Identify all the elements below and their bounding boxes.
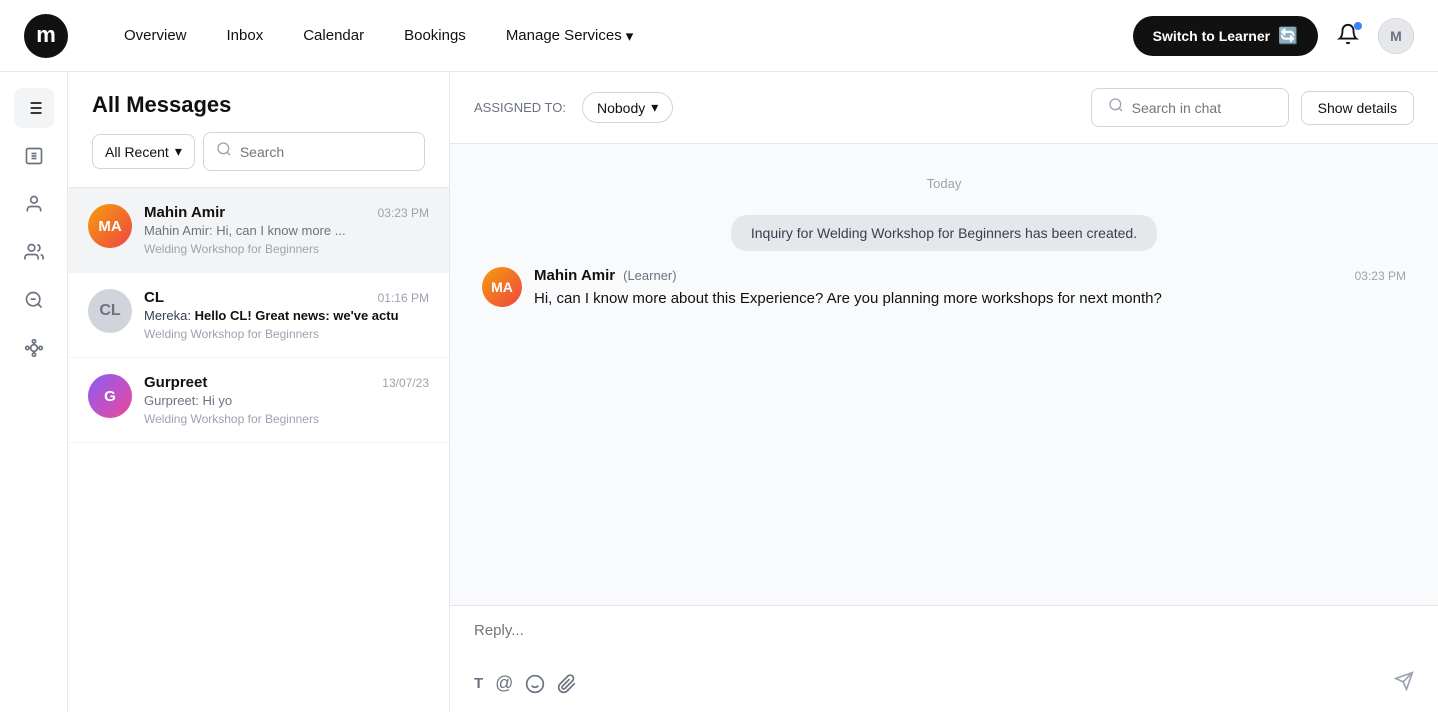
- send-button[interactable]: [1394, 671, 1414, 696]
- conv-content-gurpreet: Gurpreet 13/07/23 Gurpreet: Hi yo Weldin…: [144, 374, 429, 426]
- reply-textarea[interactable]: [474, 622, 1414, 658]
- conv-time-mahin: 03:23 PM: [378, 206, 429, 220]
- show-details-button[interactable]: Show details: [1301, 91, 1414, 125]
- nav-links: Overview Inbox Calendar Bookings Manage …: [108, 19, 1101, 53]
- mention-button[interactable]: @: [495, 673, 513, 694]
- chat-msg-text: Hi, can I know more about this Experienc…: [534, 288, 1406, 311]
- chevron-down-icon: ▾: [175, 143, 182, 160]
- notification-badge: [1354, 22, 1362, 30]
- nav-calendar[interactable]: Calendar: [287, 19, 380, 52]
- all-messages-title: All Messages: [92, 92, 425, 118]
- nav-right: Switch to Learner 🔄 M: [1133, 16, 1414, 56]
- sidebar-icon-list[interactable]: [14, 136, 54, 176]
- search-bar: [203, 132, 425, 171]
- user-avatar-button[interactable]: M: [1378, 18, 1414, 54]
- conversation-item-cl[interactable]: CL CL 01:16 PM Mereka: Hello CL! Great n…: [68, 273, 449, 358]
- reply-box: T @: [450, 605, 1438, 712]
- emoji-button[interactable]: [525, 674, 545, 694]
- date-divider: Today: [482, 176, 1406, 191]
- chat-messages: Today Inquiry for Welding Workshop for B…: [450, 144, 1438, 605]
- conv-preview-gurpreet: Gurpreet: Hi yo: [144, 393, 429, 408]
- switch-icon: 🔄: [1278, 26, 1298, 46]
- chat-msg-sender-role: (Learner): [623, 268, 676, 283]
- search-input[interactable]: [240, 144, 412, 160]
- conv-name-mahin: Mahin Amir: [144, 204, 225, 221]
- message-list-header: All Messages All Recent ▾: [68, 72, 449, 188]
- conv-content-mahin: Mahin Amir 03:23 PM Mahin Amir: Hi, can …: [144, 204, 429, 256]
- avatar-gurpreet: G: [88, 374, 132, 418]
- conv-content-cl: CL 01:16 PM Mereka: Hello CL! Great news…: [144, 289, 429, 341]
- chat-msg-body-mahin: Mahin Amir (Learner) 03:23 PM Hi, can I …: [534, 267, 1406, 311]
- chat-avatar-mahin: MA: [482, 267, 522, 307]
- message-list-panel: All Messages All Recent ▾: [68, 72, 450, 712]
- message-list-filters: All Recent ▾: [92, 132, 425, 171]
- nav-bookings[interactable]: Bookings: [388, 19, 482, 52]
- nav-inbox[interactable]: Inbox: [211, 19, 280, 52]
- logo: m: [24, 14, 68, 58]
- assigned-dropdown[interactable]: Nobody ▾: [582, 92, 673, 123]
- conv-tag-gurpreet: Welding Workshop for Beginners: [144, 412, 429, 426]
- chevron-down-icon: ▾: [626, 27, 634, 45]
- search-icon: [216, 141, 232, 162]
- top-nav: m Overview Inbox Calendar Bookings Manag…: [0, 0, 1438, 72]
- chat-msg-header-mahin: Mahin Amir (Learner) 03:23 PM: [534, 267, 1406, 284]
- bold-button[interactable]: T: [474, 675, 483, 692]
- conv-preview-mahin: Mahin Amir: Hi, can I know more ...: [144, 223, 429, 238]
- reply-toolbar: T @: [474, 671, 1414, 696]
- conv-tag-cl: Welding Workshop for Beginners: [144, 327, 429, 341]
- conv-preview-cl: Mereka: Hello CL! Great news: we've actu: [144, 308, 429, 323]
- avatar-cl: CL: [88, 289, 132, 333]
- svg-text:m: m: [36, 22, 56, 47]
- chat-header: ASSIGNED TO: Nobody ▾ Show details: [450, 72, 1438, 144]
- system-message: Inquiry for Welding Workshop for Beginne…: [731, 215, 1157, 251]
- switch-to-learner-button[interactable]: Switch to Learner 🔄: [1133, 16, 1318, 56]
- search-icon: [1108, 97, 1124, 118]
- assigned-label: ASSIGNED TO:: [474, 100, 566, 115]
- conv-name-gurpreet: Gurpreet: [144, 374, 207, 391]
- svg-text:M: M: [1390, 28, 1402, 44]
- sidebar-icon-filter[interactable]: [14, 88, 54, 128]
- sidebar-icon-network[interactable]: [14, 328, 54, 368]
- conversation-item-gurpreet[interactable]: G Gurpreet 13/07/23 Gurpreet: Hi yo Weld…: [68, 358, 449, 443]
- chat-msg-time: 03:23 PM: [1355, 269, 1406, 283]
- nav-manage-services[interactable]: Manage Services ▾: [490, 19, 649, 53]
- sidebar-icon-user[interactable]: [14, 184, 54, 224]
- search-in-chat-input[interactable]: [1132, 100, 1272, 116]
- conv-tag-mahin: Welding Workshop for Beginners: [144, 242, 429, 256]
- chevron-down-icon: ▾: [651, 99, 658, 116]
- nav-overview[interactable]: Overview: [108, 19, 203, 52]
- sidebar-icon-users[interactable]: [14, 232, 54, 272]
- conv-name-cl: CL: [144, 289, 164, 306]
- sidebar-icons: [0, 72, 68, 712]
- sidebar-icon-search-filter[interactable]: [14, 280, 54, 320]
- main-layout: All Messages All Recent ▾: [0, 72, 1438, 712]
- conv-time-gurpreet: 13/07/23: [382, 376, 429, 390]
- chat-header-right: Show details: [1091, 88, 1414, 127]
- conversation-list: MA Mahin Amir 03:23 PM Mahin Amir: Hi, c…: [68, 188, 449, 712]
- chat-message-mahin: MA Mahin Amir (Learner) 03:23 PM Hi, can…: [482, 267, 1406, 311]
- avatar-mahin: MA: [88, 204, 132, 248]
- chat-panel: ASSIGNED TO: Nobody ▾ Show details: [450, 72, 1438, 712]
- attach-button[interactable]: [557, 674, 577, 694]
- filter-dropdown[interactable]: All Recent ▾: [92, 134, 195, 169]
- conv-time-cl: 01:16 PM: [378, 291, 429, 305]
- search-in-chat: [1091, 88, 1289, 127]
- chat-msg-sender-name: Mahin Amir: [534, 267, 615, 284]
- conversation-item-mahin[interactable]: MA Mahin Amir 03:23 PM Mahin Amir: Hi, c…: [68, 188, 449, 273]
- notifications-button[interactable]: [1330, 18, 1366, 54]
